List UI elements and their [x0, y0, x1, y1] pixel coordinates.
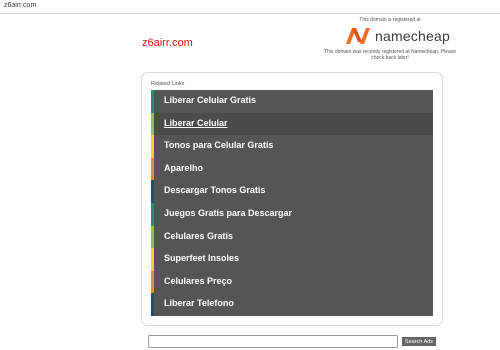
related-link[interactable]: Celulares Preço: [151, 270, 433, 294]
related-links-list: Liberar Celular Gratis Liberar Celular T…: [151, 90, 433, 316]
related-link[interactable]: Superfeet Insoles: [151, 248, 433, 271]
related-link[interactable]: Aparelho: [151, 157, 433, 181]
search-input[interactable]: [148, 335, 398, 348]
related-link-label[interactable]: Juegos Gratis para Descargar: [164, 208, 292, 218]
related-links-panel: Related Links Liberar Celular Gratis Lib…: [141, 72, 443, 326]
related-links-title: Related Links: [151, 81, 185, 87]
namecheap-logo[interactable]: namecheap: [345, 26, 455, 46]
related-link-label[interactable]: Superfeet Insoles: [164, 253, 239, 263]
related-link-label[interactable]: Tonos para Celular Gratis: [164, 140, 273, 150]
related-link-label[interactable]: Liberar Celular Gratis: [164, 95, 256, 105]
related-link-label[interactable]: Descargar Tonos Gratis: [164, 185, 265, 195]
related-link-label[interactable]: Liberar Telefono: [164, 298, 234, 308]
browser-address-bar[interactable]: z6airr.com: [0, 0, 500, 14]
related-link-label[interactable]: Aparelho: [164, 163, 203, 173]
related-link[interactable]: Celulares Gratis: [151, 225, 433, 249]
related-link-label[interactable]: Celulares Gratis: [164, 231, 233, 241]
related-link[interactable]: Tonos para Celular Gratis: [151, 135, 433, 158]
registrar-top-text: This domain is registered at: [359, 17, 421, 23]
related-link[interactable]: Liberar Celular Gratis: [151, 90, 433, 113]
search-bar: Search Ads: [148, 335, 438, 349]
browser-url[interactable]: z6airr.com: [4, 2, 36, 9]
related-link[interactable]: Liberar Telefono: [151, 293, 433, 316]
namecheap-wordmark: namecheap: [375, 28, 450, 44]
search-ads-button[interactable]: Search Ads: [402, 337, 436, 346]
registrar-bottom-text: This domain was recently registered at N…: [323, 49, 456, 61]
related-link[interactable]: Descargar Tonos Gratis: [151, 180, 433, 203]
related-link[interactable]: Liberar Celular: [151, 112, 433, 136]
namecheap-logo-icon: [346, 28, 370, 44]
related-link-label[interactable]: Celulares Preço: [164, 276, 232, 286]
site-domain-title: z6airr.com: [142, 37, 193, 49]
related-link[interactable]: Juegos Gratis para Descargar: [151, 202, 433, 226]
related-link-label[interactable]: Liberar Celular: [164, 118, 228, 128]
